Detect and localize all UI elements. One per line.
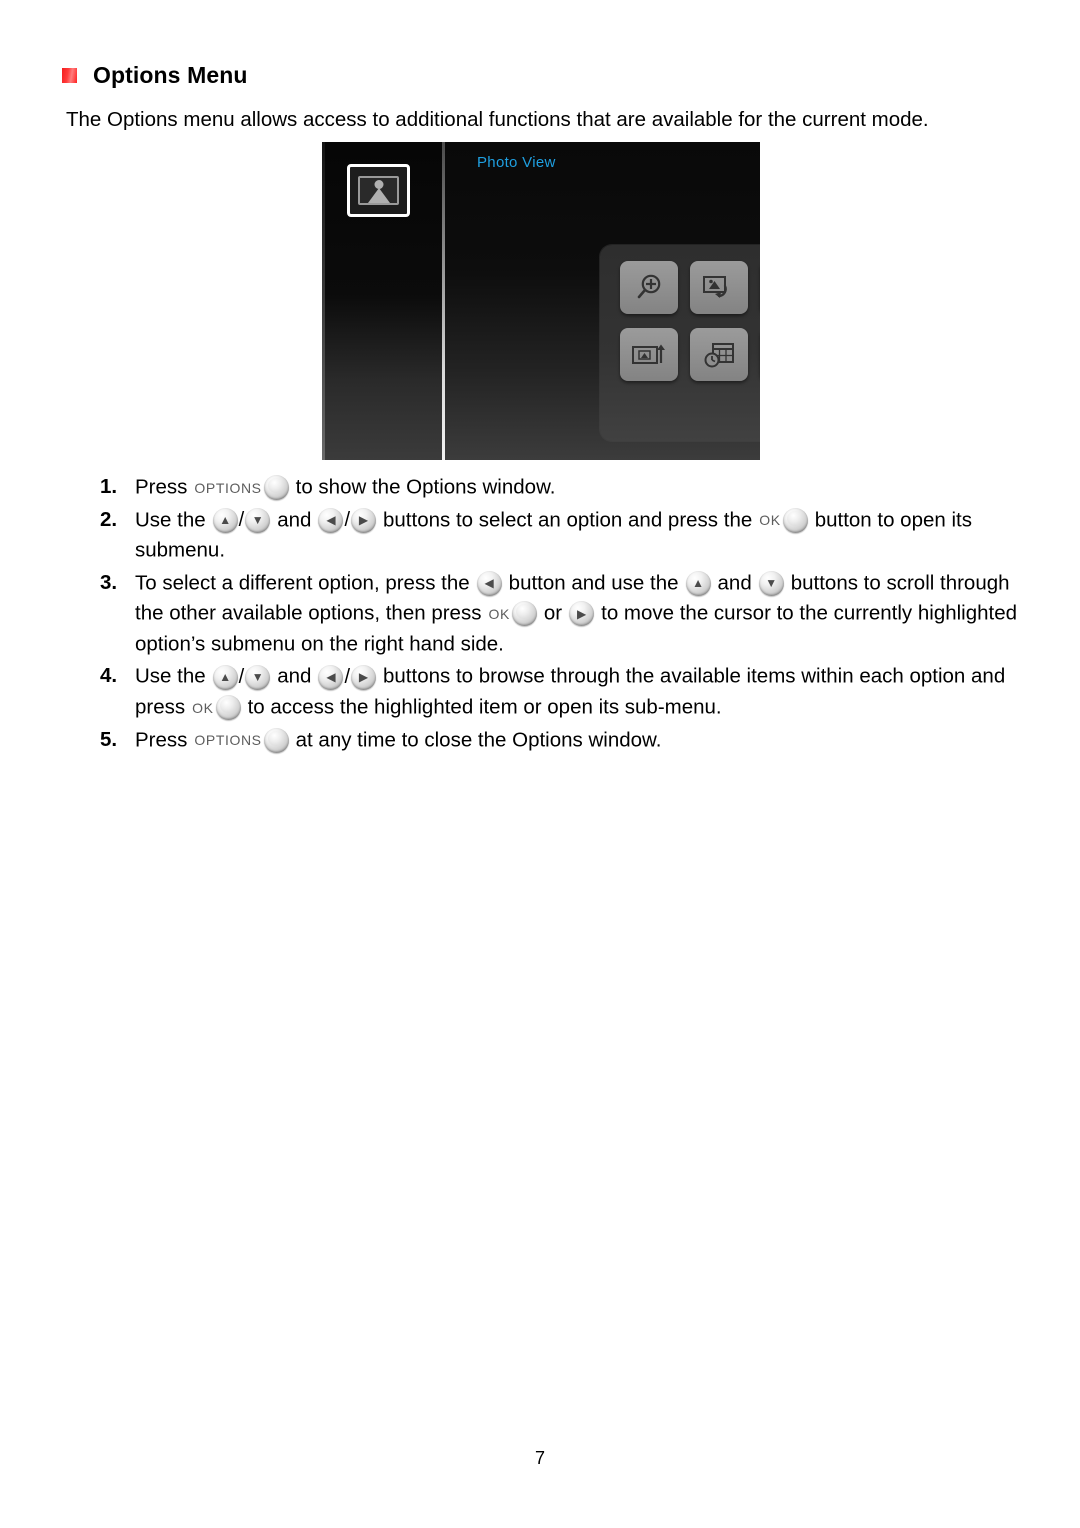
options-button-glyph[interactable]: OPTIONS [194, 473, 289, 503]
separator-slash: / [344, 666, 350, 689]
chevron-right-icon: ▶ [577, 606, 587, 621]
ok-button-glyph[interactable]: OK [488, 599, 537, 629]
intro-paragraph: The Options menu allows access to additi… [66, 108, 929, 131]
step-text: To select a different option, press the [135, 571, 470, 595]
step-text: to access the highlighted item or open i… [247, 695, 722, 719]
up-button-icon[interactable]: ▲ [212, 507, 238, 533]
chevron-down-icon: ▼ [251, 670, 264, 685]
options-button-label: OPTIONS [194, 479, 262, 496]
ok-button-label: OK [759, 512, 781, 529]
step-number: 2. [100, 507, 118, 531]
photo-frame-icon [358, 176, 399, 205]
chevron-down-icon: ▼ [251, 513, 264, 528]
options-grid [620, 261, 760, 386]
right-button-icon[interactable]: ▶ [569, 601, 595, 627]
chevron-right-icon: ▶ [358, 670, 369, 685]
device-screenshot-figure: Photo View [322, 142, 760, 460]
round-button-icon [263, 475, 289, 501]
options-button-glyph[interactable]: OPTIONS [194, 725, 289, 755]
step-number: 1. [100, 475, 118, 498]
options-button-label: OPTIONS [194, 732, 262, 749]
step-body: Use the ▲ / ▼ and ◀ / ▶ buttons to select an opt… [135, 505, 972, 562]
chevron-left-icon: ◀ [326, 513, 336, 528]
instruction-steps: 1. Press OPTIONS to show the Options windo… [100, 472, 1030, 757]
left-button-icon[interactable]: ◀ [318, 507, 344, 533]
left-button-icon[interactable]: ◀ [476, 570, 502, 596]
up-button-icon[interactable]: ▲ [685, 570, 711, 596]
device-main-area: Photo View [445, 142, 760, 460]
step-text: to show the Options window. [295, 475, 556, 499]
section-heading: Options Menu [62, 62, 248, 89]
step-text: buttons to select an option and press th… [383, 508, 753, 532]
step-text: and [277, 665, 312, 689]
chevron-up-icon: ▲ [692, 576, 704, 591]
down-button-icon[interactable]: ▼ [245, 664, 271, 690]
list-item: 1. Press OPTIONS to show the Options windo… [100, 472, 1030, 503]
chevron-left-icon: ◀ [326, 670, 336, 685]
list-item: 4. Use the ▲ / ▼ and ◀ / ▶ buttons to browse thr… [100, 661, 1030, 722]
option-upload-button[interactable] [620, 328, 678, 381]
page-number: 7 [534, 1448, 545, 1468]
round-button-icon [215, 695, 241, 721]
right-button-icon[interactable]: ▶ [351, 664, 376, 690]
step-text: and [717, 571, 752, 595]
step-text: Use the [135, 508, 206, 532]
step-number: 5. [100, 727, 118, 751]
separator-slash: / [344, 509, 350, 532]
step-text: Press [135, 475, 188, 499]
left-button-icon[interactable]: ◀ [318, 664, 344, 690]
separator-slash: / [238, 666, 245, 689]
options-window-panel [600, 245, 760, 441]
up-button-icon[interactable]: ▲ [212, 664, 238, 690]
list-item: 5. Press OPTIONS at any time to close the … [100, 725, 1030, 756]
page-title: Options Menu [93, 62, 248, 88]
device-sidebar [322, 142, 442, 460]
down-button-icon[interactable]: ▼ [758, 570, 784, 596]
step-body: Use the ▲ / ▼ and ◀ / ▶ buttons to browse throug… [135, 664, 1005, 721]
round-button-icon [782, 507, 808, 533]
chevron-up-icon: ▲ [219, 513, 232, 528]
right-button-icon[interactable]: ▶ [351, 507, 376, 533]
step-text: at any time to close the Options window. [295, 728, 662, 752]
step-text: Press [135, 728, 188, 752]
step-text: button and use the [508, 571, 679, 595]
option-rotate-button[interactable] [690, 261, 748, 314]
step-number: 4. [100, 664, 118, 688]
calendar-clock-icon [704, 342, 734, 367]
step-text: and [277, 508, 312, 532]
step-body: Press OPTIONS to show the Options window. [135, 475, 556, 501]
ok-button-glyph[interactable]: OK [759, 505, 808, 535]
device-mode-title: Photo View [477, 154, 556, 171]
chevron-down-icon: ▼ [765, 576, 778, 591]
ok-button-label: OK [192, 699, 214, 716]
red-square-bullet-icon [62, 68, 77, 83]
photo-upload-icon [632, 344, 665, 364]
option-zoom-in-button[interactable] [620, 261, 678, 314]
chevron-left-icon: ◀ [484, 576, 494, 591]
sidebar-left-edge [322, 142, 325, 460]
rotate-photo-icon [703, 275, 727, 298]
list-item: 2. Use the ▲ / ▼ and ◀ / ▶ buttons to select an … [100, 505, 1030, 566]
list-item: 3. To select a different option, press t… [100, 568, 1030, 660]
step-number: 3. [100, 570, 118, 594]
step-body: To select a different option, press the ◀… [135, 570, 1017, 655]
sidebar-item-photo-view[interactable] [347, 164, 410, 217]
step-text: or [543, 601, 563, 625]
round-button-icon [511, 601, 537, 627]
down-button-icon[interactable]: ▼ [245, 507, 271, 533]
ok-button-glyph[interactable]: OK [192, 693, 241, 723]
zoom-in-magnifier-icon [637, 274, 661, 298]
ok-button-label: OK [488, 605, 510, 622]
step-text: Use the [135, 665, 206, 689]
chevron-up-icon: ▲ [219, 670, 232, 685]
step-body: Press OPTIONS at any time to close the Opt… [135, 727, 662, 753]
chevron-right-icon: ▶ [358, 513, 369, 528]
round-button-icon [263, 727, 289, 753]
separator-slash: / [238, 509, 245, 532]
option-calendar-button[interactable] [690, 328, 748, 381]
